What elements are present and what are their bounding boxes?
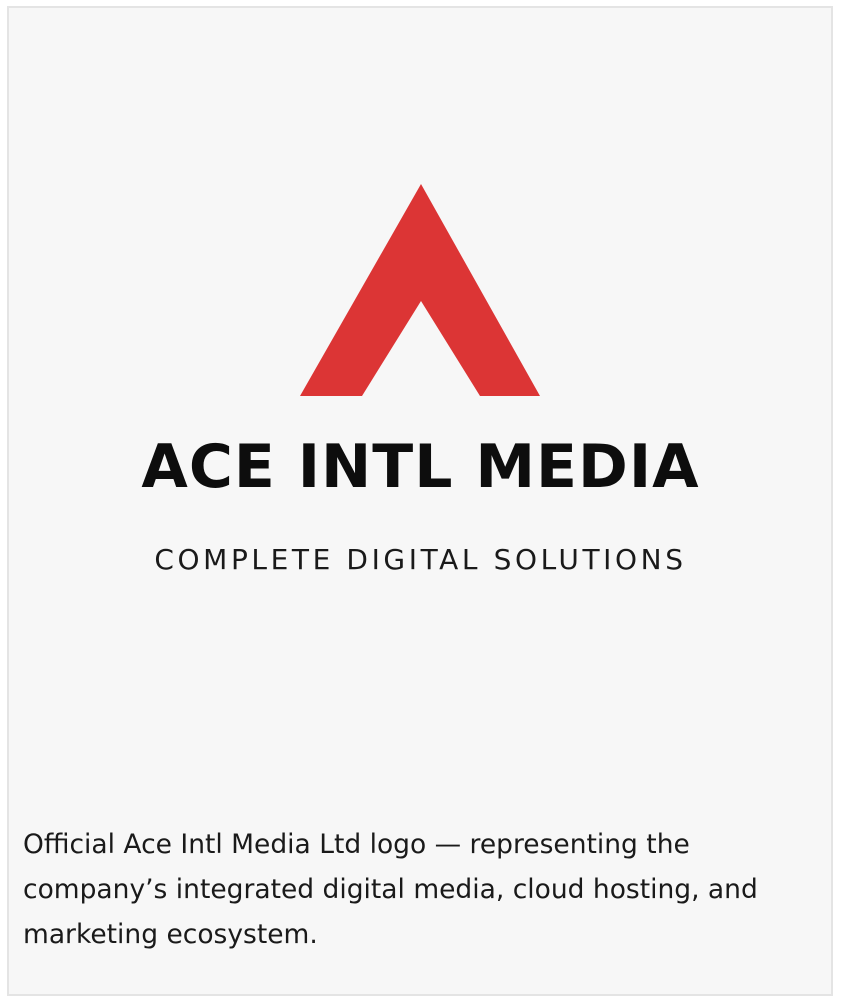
image-caption: Official Ace Intl Media Ltd logo — repre… <box>23 829 758 950</box>
red-chevron-a-mark-icon <box>300 184 540 396</box>
logo-tagline: COMPLETE DIGITAL SOLUTIONS <box>154 543 687 576</box>
logo-name: ACE INTL MEDIA <box>141 432 700 502</box>
